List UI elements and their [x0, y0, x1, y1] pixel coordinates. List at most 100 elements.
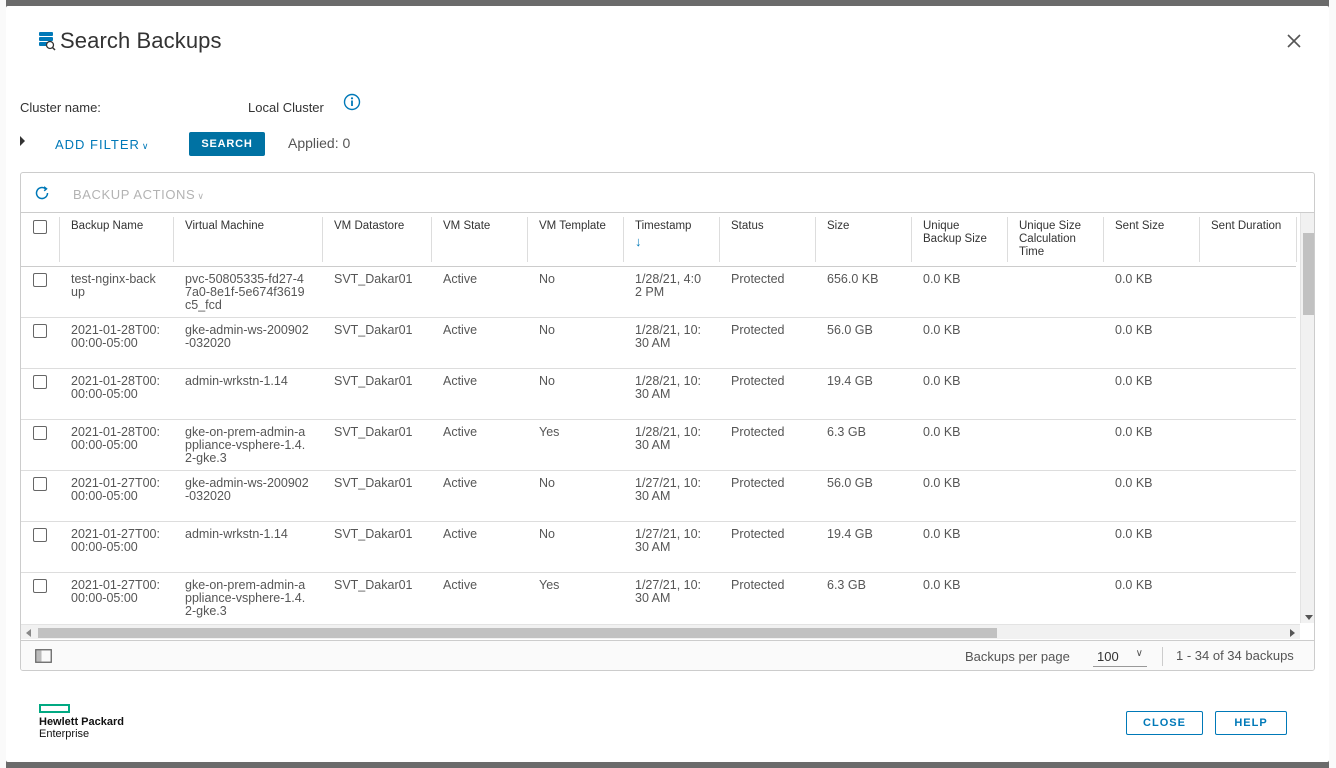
refresh-icon[interactable]	[34, 185, 50, 201]
column-header-sent-duration[interactable]: Sent Duration	[1199, 213, 1296, 267]
cell-sent-size: 0.0 KB	[1103, 266, 1199, 318]
cell-unique-size: 0.0 KB	[911, 368, 1007, 420]
column-header-unique-size[interactable]: Unique Backup Size	[911, 213, 1007, 267]
cell-template: No	[527, 470, 623, 522]
cell-vm: gke-admin-ws-200902-032020	[173, 317, 322, 369]
per-page-select[interactable]: 100 ∨	[1093, 646, 1147, 667]
table-row[interactable]: 2021-01-27T00:00:00-05:00 gke-admin-ws-20…	[21, 470, 1296, 522]
cell-timestamp: 1/28/21, 10:30 AM	[623, 419, 719, 471]
sort-descending-arrow-icon[interactable]: ↓	[635, 235, 707, 248]
cell-vm: pvc-50805335-fd27-47a0-8e1f-5e674f3619c5…	[173, 266, 322, 318]
column-header-label: Sent Size	[1115, 220, 1165, 232]
column-header-label: Timestamp	[635, 220, 692, 232]
column-header-datastore[interactable]: VM Datastore	[322, 213, 431, 267]
grid-footer: Backups per page 100 ∨ 1 - 34 of 34 back…	[21, 640, 1314, 670]
column-header-size[interactable]: Size	[815, 213, 911, 267]
expand-filters-caret-icon[interactable]	[20, 136, 25, 146]
hpe-logo: Hewlett Packard Enterprise	[39, 704, 124, 740]
cell-size: 19.4 GB	[815, 521, 911, 573]
cell-sent-size: 0.0 KB	[1103, 572, 1199, 623]
column-header-template[interactable]: VM Template	[527, 213, 623, 267]
cell-timestamp: 1/27/21, 10:30 AM	[623, 470, 719, 522]
chevron-down-icon: ∨	[141, 141, 150, 151]
search-button[interactable]: SEARCH	[189, 132, 265, 156]
cell-datastore: SVT_Dakar01	[322, 368, 431, 420]
add-filter-label: ADD FILTER	[55, 137, 140, 152]
cell-name: 2021-01-27T00:00:00-05:00	[59, 470, 173, 522]
cell-sent-size: 0.0 KB	[1103, 419, 1199, 471]
column-header-label: Sent Duration	[1211, 220, 1282, 232]
column-header-label: VM Datastore	[334, 220, 405, 232]
row-checkbox[interactable]	[33, 476, 47, 491]
table-row[interactable]: 2021-01-27T00:00:00-05:00 gke-on-prem-adm…	[21, 572, 1296, 623]
cell-sent-duration	[1199, 317, 1296, 369]
scroll-left-arrow-icon[interactable]	[26, 629, 31, 637]
table-row[interactable]: test-nginx-backup pvc-50805335-fd27-47a0-…	[21, 266, 1296, 318]
table-row[interactable]: 2021-01-28T00:00:00-05:00 admin-wrkstn-1.…	[21, 368, 1296, 420]
column-header-name[interactable]: Backup Name	[59, 213, 173, 267]
column-header-vm[interactable]: Virtual Machine	[173, 213, 322, 267]
per-page-label: Backups per page	[965, 649, 1070, 664]
row-select-cell	[21, 266, 59, 318]
pagination-count: 1 - 34 of 34 backups	[1176, 648, 1294, 663]
cell-status: Protected	[719, 572, 815, 623]
cell-state: Active	[431, 368, 527, 420]
row-checkbox[interactable]	[33, 272, 47, 287]
cell-sent-duration	[1199, 521, 1296, 573]
cell-timestamp: 1/28/21, 10:30 AM	[623, 317, 719, 369]
cell-calc-time	[1007, 419, 1103, 471]
row-checkbox[interactable]	[33, 323, 47, 338]
scroll-down-arrow-icon[interactable]	[1305, 615, 1313, 620]
backups-datagrid: BACKUP ACTIONS ∨ Backup Name Virtual Machi…	[20, 172, 1315, 671]
column-header-sent-size[interactable]: Sent Size	[1103, 213, 1199, 267]
cell-datastore: SVT_Dakar01	[322, 317, 431, 369]
chevron-down-icon: ∨	[197, 191, 205, 201]
cell-sent-duration	[1199, 572, 1296, 623]
search-backups-dialog: Search Backups Cluster name: Local Clust…	[6, 6, 1329, 762]
row-checkbox[interactable]	[33, 374, 47, 389]
cell-calc-time	[1007, 317, 1103, 369]
cell-state: Active	[431, 419, 527, 471]
vertical-scrollbar[interactable]	[1300, 213, 1314, 623]
cell-sent-size: 0.0 KB	[1103, 368, 1199, 420]
close-button[interactable]: CLOSE	[1126, 711, 1203, 735]
cell-vm: gke-on-prem-admin-appliance-vsphere-1.4.…	[173, 572, 322, 623]
table-row[interactable]: 2021-01-28T00:00:00-05:00 gke-on-prem-adm…	[21, 419, 1296, 471]
select-all-checkbox[interactable]	[33, 220, 47, 234]
horizontal-scrollbar[interactable]	[21, 624, 1300, 639]
column-header-state[interactable]: VM State	[431, 213, 527, 267]
row-checkbox[interactable]	[33, 527, 47, 542]
scroll-right-arrow-icon[interactable]	[1290, 629, 1295, 637]
cell-name: 2021-01-28T00:00:00-05:00	[59, 419, 173, 471]
cell-name: 2021-01-28T00:00:00-05:00	[59, 317, 173, 369]
info-icon[interactable]	[343, 93, 361, 111]
table-row[interactable]: 2021-01-27T00:00:00-05:00 admin-wrkstn-1.…	[21, 521, 1296, 573]
row-checkbox[interactable]	[33, 425, 47, 440]
backup-actions-dropdown[interactable]: BACKUP ACTIONS ∨	[73, 187, 205, 202]
cell-vm: admin-wrkstn-1.14	[173, 521, 322, 573]
table-row[interactable]: 2021-01-28T00:00:00-05:00 gke-admin-ws-20…	[21, 317, 1296, 369]
vertical-scroll-thumb[interactable]	[1303, 233, 1314, 315]
column-header-timestamp[interactable]: Timestamp ↓	[623, 213, 719, 267]
cell-unique-size: 0.0 KB	[911, 521, 1007, 573]
column-header-calc-time[interactable]: Unique Size Calculation Time	[1007, 213, 1103, 267]
help-button[interactable]: HELP	[1215, 711, 1287, 735]
cell-status: Protected	[719, 266, 815, 318]
cell-state: Active	[431, 317, 527, 369]
row-checkbox[interactable]	[33, 578, 47, 593]
cell-status: Protected	[719, 470, 815, 522]
cell-timestamp: 1/27/21, 10:30 AM	[623, 521, 719, 573]
row-select-cell	[21, 317, 59, 369]
cell-template: Yes	[527, 572, 623, 623]
cell-sent-size: 0.0 KB	[1103, 470, 1199, 522]
column-header-status[interactable]: Status	[719, 213, 815, 267]
horizontal-scroll-thumb[interactable]	[38, 628, 997, 638]
close-x-icon[interactable]	[1285, 32, 1303, 50]
cell-calc-time	[1007, 368, 1103, 420]
add-filter-dropdown[interactable]: ADD FILTER ∨	[55, 137, 149, 152]
cell-vm: gke-admin-ws-200902-032020	[173, 470, 322, 522]
column-toggle-icon[interactable]	[35, 649, 52, 663]
backup-actions-label: BACKUP ACTIONS	[73, 187, 196, 202]
cell-unique-size: 0.0 KB	[911, 266, 1007, 318]
cell-unique-size: 0.0 KB	[911, 419, 1007, 471]
